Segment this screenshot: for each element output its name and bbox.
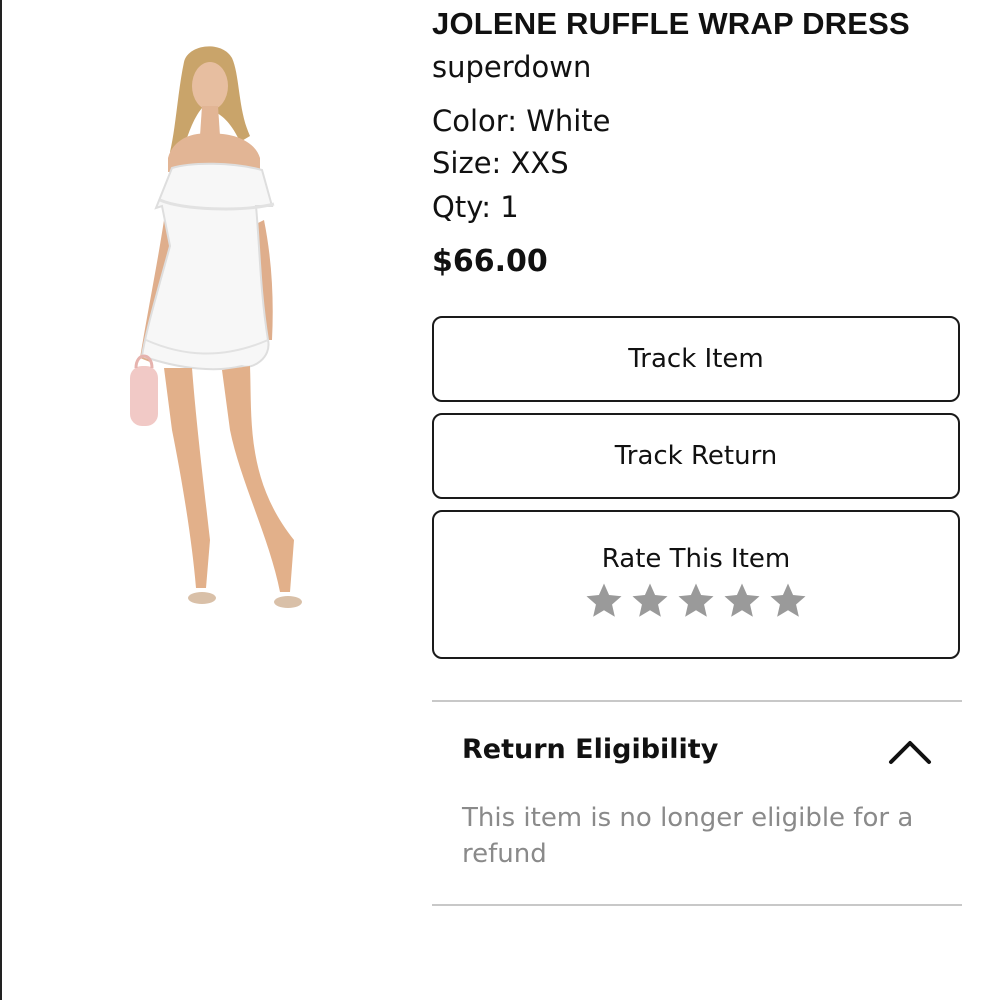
divider-top xyxy=(432,700,962,702)
product-name: JOLENE RUFFLE WRAP DRESS xyxy=(432,6,910,41)
chevron-up-icon[interactable] xyxy=(888,738,932,766)
star-icon[interactable] xyxy=(674,580,718,622)
rate-item-card: Rate This Item xyxy=(432,510,960,659)
track-item-button[interactable]: Track Item xyxy=(432,316,960,402)
star-rating xyxy=(434,580,958,622)
star-icon[interactable] xyxy=(766,580,810,622)
product-color: Color: White xyxy=(432,104,611,138)
track-return-label: Track Return xyxy=(614,441,778,471)
product-price: $66.00 xyxy=(432,244,548,279)
product-brand: superdown xyxy=(432,50,592,84)
star-icon[interactable] xyxy=(628,580,672,622)
rate-item-label: Rate This Item xyxy=(601,544,791,574)
return-eligibility-message: This item is no longer eligible for a re… xyxy=(462,803,914,869)
product-image xyxy=(130,46,302,608)
divider-bottom xyxy=(432,904,962,906)
track-item-label: Track Item xyxy=(628,344,764,374)
star-icon[interactable] xyxy=(720,580,764,622)
order-item-detail: JOLENE RUFFLE WRAP DRESS superdown Color… xyxy=(0,0,1000,1000)
track-return-button[interactable]: Track Return xyxy=(432,413,960,499)
product-qty: Qty: 1 xyxy=(432,190,519,224)
star-icon[interactable] xyxy=(582,580,626,622)
product-size: Size: XXS xyxy=(432,146,569,180)
return-eligibility-title: Return Eligibility xyxy=(462,734,719,765)
